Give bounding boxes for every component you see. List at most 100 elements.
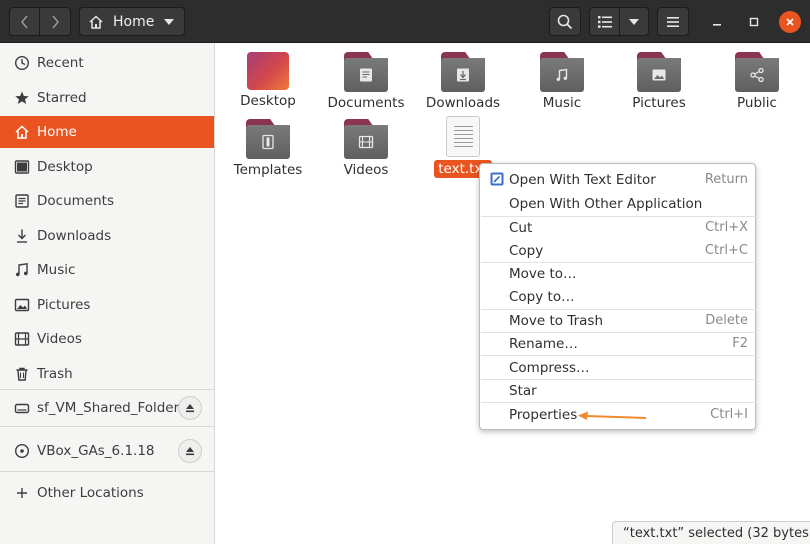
video-icon [358,135,374,149]
folder-icon [735,52,779,92]
file-label: Videos [343,162,389,178]
sidebar-item-other-locations[interactable]: Other Locations [0,477,214,509]
annotation-arrow-icon [578,411,647,420]
view-options-button[interactable] [620,7,649,36]
sidebar-item-recent[interactable]: Recent [0,47,214,79]
menu-item-cut[interactable]: Cut Ctrl+X [481,216,756,239]
sidebar-item-label: Home [37,124,77,140]
download-icon [14,228,30,244]
sidebar: Recent Starred Home Desktop Documents Do… [0,43,215,544]
menu-item-accel: Ctrl+I [710,407,748,422]
music-icon [556,68,568,81]
menu-item-label: Copy to… [509,288,575,305]
file-item-pictures[interactable]: Pictures [611,52,707,111]
file-item-public[interactable]: Public [709,52,805,111]
plus-icon [14,485,30,501]
menu-item-copy[interactable]: Copy Ctrl+C [481,239,756,262]
sidebar-item-documents[interactable]: Documents [0,185,214,217]
file-label: Pictures [632,95,686,111]
file-label: Public [737,95,777,111]
close-button[interactable] [779,11,801,33]
search-icon [557,14,573,29]
forward-button[interactable] [40,7,71,36]
sidebar-separator [0,471,214,472]
file-label: Templates [233,162,303,178]
chevron-right-icon [52,15,59,28]
list-view-button[interactable] [589,7,620,36]
sidebar-item-label: Downloads [37,228,112,244]
sidebar-item-label: Recent [37,55,84,71]
menu-item-open-with-other-application[interactable]: Open With Other Application [481,192,756,215]
text-editor-icon [490,172,504,190]
file-item-downloads[interactable]: Downloads [415,52,511,111]
back-button[interactable] [9,7,40,36]
menu-item-label: Cut [509,219,533,236]
folder-icon [637,52,681,92]
sidebar-item-pictures[interactable]: Pictures [0,289,214,321]
menu-item-accel: Return [704,172,748,187]
status-bar: “text.txt” selected (32 bytes) [612,521,810,544]
drive-icon [14,400,30,416]
eject-button[interactable] [178,439,202,463]
sidebar-item-label: Documents [37,193,114,209]
file-label: Downloads [425,95,501,111]
eject-button[interactable] [178,396,202,420]
sidebar-item-label: Desktop [37,159,93,175]
pictures-icon [14,297,30,313]
sidebar-item-home[interactable]: Home [0,116,214,148]
share-icon [750,67,764,83]
sidebar-item-shared-folder[interactable]: sf_VM_Shared_Folder [0,392,214,424]
hamburger-icon [667,16,679,27]
menu-item-accel: F2 [732,336,748,351]
file-label: Documents [327,95,405,111]
file-item-templates[interactable]: Templates [220,119,316,178]
maximize-button[interactable] [743,11,765,33]
context-menu: Open With Text Editor Return Open With O… [479,163,756,430]
search-button[interactable] [549,7,581,36]
menu-item-compress[interactable]: Compress… [481,356,756,379]
menu-item-label: Compress… [509,359,590,376]
close-icon [786,18,794,26]
menu-item-star[interactable]: Star [481,379,756,402]
chevron-down-icon [164,19,174,25]
sidebar-item-vbox-gas[interactable]: VBox_GAs_6.1.18 [0,435,214,467]
minimize-icon [713,24,721,26]
sidebar-item-videos[interactable]: Videos [0,323,214,355]
clock-icon [14,55,30,71]
sidebar-item-starred[interactable]: Starred [0,82,214,114]
folder-icon [441,52,485,92]
videos-icon [14,331,30,347]
sidebar-item-trash[interactable]: Trash [0,358,214,390]
eject-icon [186,404,194,413]
trash-icon [14,366,30,382]
file-label: Desktop [240,93,296,109]
sidebar-item-label: Trash [37,366,73,382]
menu-item-rename[interactable]: Rename… F2 [481,332,756,355]
menu-item-label: Move to… [509,265,577,282]
sidebar-item-label: VBox_GAs_6.1.18 [37,443,155,459]
file-item-videos[interactable]: Videos [318,119,414,178]
file-item-desktop[interactable]: Desktop [220,52,316,109]
list-view-icon [597,15,612,28]
menu-item-copy-to[interactable]: Copy to… [481,285,756,308]
menu-item-open-with-text-editor[interactable]: Open With Text Editor Return [481,168,756,191]
minimize-button[interactable] [706,11,728,33]
text-file-icon [446,116,480,157]
menu-button[interactable] [657,7,689,36]
path-bar-home[interactable]: Home [79,7,185,36]
sidebar-item-label: Other Locations [37,485,144,501]
menu-item-move-to[interactable]: Move to… [481,262,756,285]
chevron-left-icon [20,15,28,28]
file-item-documents[interactable]: Documents [318,52,414,111]
sidebar-item-desktop[interactable]: Desktop [0,151,214,183]
sidebar-item-downloads[interactable]: Downloads [0,220,214,252]
home-icon [89,14,103,29]
home-icon [14,124,30,140]
file-item-music[interactable]: Music [514,52,610,111]
menu-item-accel: Delete [705,313,748,328]
menu-item-move-to-trash[interactable]: Move to Trash Delete [481,309,756,332]
download-icon [457,68,469,82]
folder-icon [344,52,388,92]
sidebar-item-music[interactable]: Music [0,254,214,286]
menu-item-label: Open With Text Editor [509,171,656,188]
